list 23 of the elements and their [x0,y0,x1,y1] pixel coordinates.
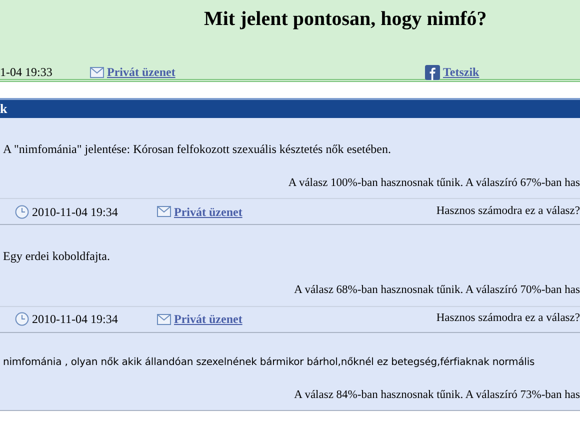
rating-text: A válasz 84%-ban hasznosnak tűnik. A válaszíró 73%-ban has [294,388,580,402]
question-title: Mit jelent pontosan, hogy nimfó? [203,7,488,32]
rating-text: A válasz 68%-ban hasznosnak tűnik. A válaszíró 70%-ban has [294,283,580,298]
useful-question: Hasznos számodra ez a válasz? [436,311,580,326]
envelope-icon [90,66,104,78]
clock-icon [15,312,29,326]
answer-date: 2010-11-04 19:34 [32,311,119,328]
answer-text: A "nimfománia" jelentése: Kórosan felfokozott szexuális késztetés nők esetében. [2,141,392,158]
private-message-link[interactable]: Privát üzenet [174,310,242,328]
envelope-icon [157,314,171,324]
post-date: 1-04 19:33 [0,64,54,81]
like-link[interactable]: Tetszik [443,63,480,81]
rating-text: A válasz 100%-ban hasznosnak tűnik. A válaszíró 67%-ban has [288,176,580,191]
private-message-link[interactable]: Privát üzenet [107,63,425,81]
answer-text: Egy erdei koboldfajta. [2,248,111,266]
useful-question: Hasznos számodra ez a válasz? [436,204,580,220]
envelope-icon [157,206,171,218]
answer-text: nimfománia , olyan nők akik állandóan szexelnének bármikor bárhol,nőknél ez betegség,férfiaknak normális [2,356,536,370]
private-message-link[interactable]: Privát üzenet [174,202,242,221]
clock-icon [15,204,29,219]
answers-header-text: k [0,100,8,118]
facebook-icon [425,64,440,80]
answer-date: 2010-11-04 19:34 [32,204,119,221]
